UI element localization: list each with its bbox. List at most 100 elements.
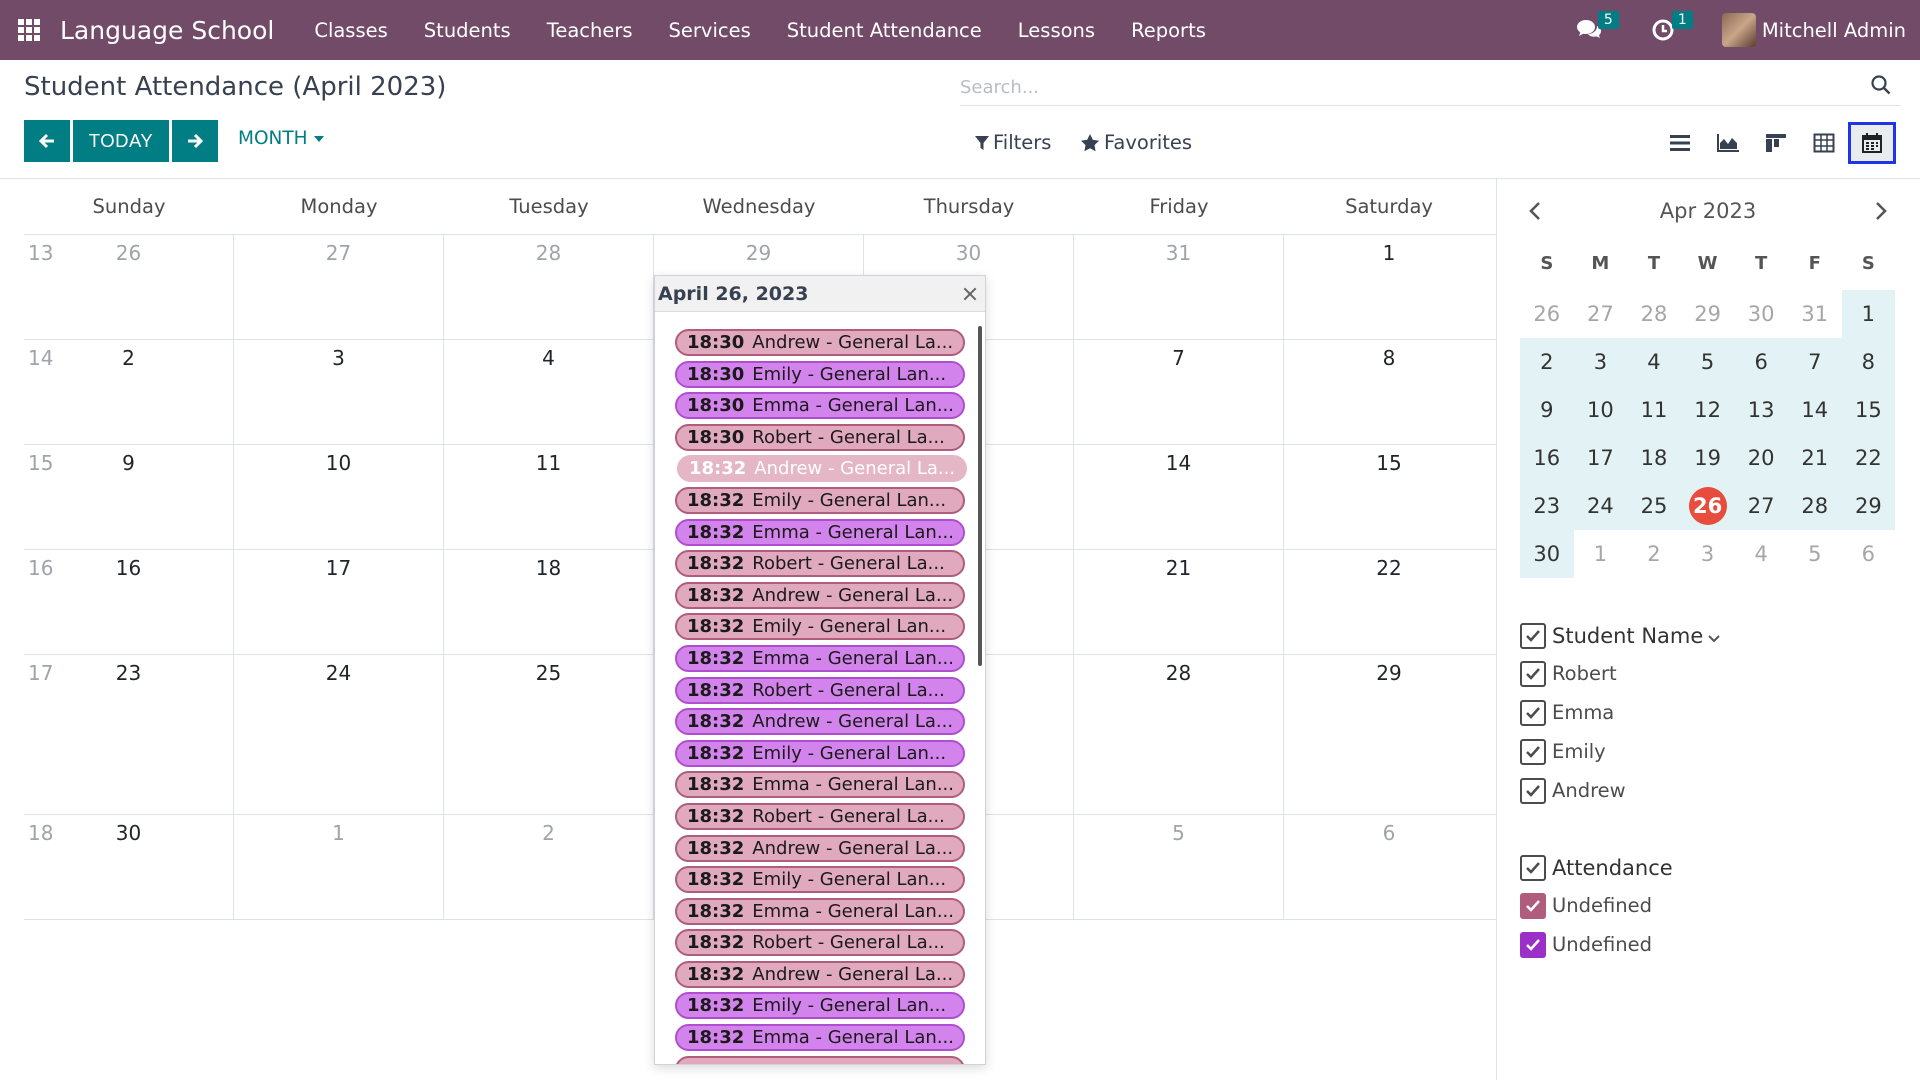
mini-day[interactable]: 29	[1681, 290, 1735, 338]
checkbox-icon[interactable]	[1520, 931, 1546, 958]
calendar-day-cell[interactable]: 1	[1284, 235, 1494, 339]
mini-day[interactable]: 3	[1573, 338, 1628, 386]
calendar-event[interactable]: 18:30 Emma - General Lan...	[675, 392, 965, 420]
mini-day[interactable]: 6	[1734, 338, 1788, 386]
calendar-event[interactable]: 18:32 Andrew - General La...	[677, 455, 967, 483]
mini-day[interactable]: 31	[1788, 290, 1842, 338]
checkbox-icon[interactable]	[1520, 855, 1546, 881]
mini-day[interactable]: 12	[1680, 386, 1735, 434]
student-filter-item[interactable]: Robert	[1520, 654, 1721, 693]
menu-lessons[interactable]: Lessons	[1000, 19, 1113, 42]
calendar-event[interactable]: 18:32 Robert - General La...	[675, 550, 965, 578]
calendar-day-cell[interactable]: 28	[444, 235, 654, 339]
mini-day[interactable]: 21	[1787, 434, 1842, 482]
mini-day[interactable]: 15	[1841, 386, 1896, 434]
mini-day[interactable]: 28	[1627, 290, 1681, 338]
mini-day[interactable]: 20	[1734, 434, 1788, 482]
mini-next-month-button[interactable]	[1866, 196, 1896, 226]
mini-day[interactable]: 30	[1734, 290, 1788, 338]
calendar-event[interactable]: 18:32 Robert - General La...	[675, 676, 965, 704]
calendar-day-cell[interactable]: 18 30	[24, 815, 234, 919]
calendar-event[interactable]: 18:32 Robert - General La...	[675, 929, 965, 957]
calendar-day-cell[interactable]: 22	[1284, 550, 1494, 654]
checkbox-icon[interactable]	[1520, 777, 1546, 804]
calendar-day-cell[interactable]: 27	[234, 235, 444, 339]
graph-view-button[interactable]	[1704, 122, 1752, 164]
mini-day[interactable]: 11	[1627, 386, 1681, 434]
calendar-event[interactable]: 18:32 Emily - General Lan...	[675, 486, 965, 514]
calendar-day-cell[interactable]: 29	[1284, 655, 1494, 814]
calendar-day-cell[interactable]: 13 26	[24, 235, 234, 339]
calendar-event[interactable]: 18:30 Emily - General Lan...	[675, 360, 965, 388]
list-view-button[interactable]	[1656, 122, 1704, 164]
apps-menu-icon[interactable]	[18, 19, 40, 41]
mini-day[interactable]: 30	[1520, 530, 1574, 578]
calendar-event[interactable]: 18:32 Robert - General La...	[675, 802, 965, 830]
calendar-day-cell[interactable]: 3	[234, 340, 444, 444]
mini-day[interactable]: 25	[1627, 482, 1681, 530]
mini-day[interactable]: 27	[1734, 482, 1788, 530]
calendar-day-cell[interactable]: 24	[234, 655, 444, 814]
attendance-filter-header[interactable]: Attendance	[1520, 850, 1721, 886]
favorites-button[interactable]: Favorites	[1080, 131, 1192, 154]
attendance-filter-item[interactable]: Undefined	[1520, 886, 1721, 925]
mini-day[interactable]: 7	[1787, 338, 1842, 386]
popover-event-list[interactable]: 18:30 Andrew - General La... 18:30 Emily - …	[655, 313, 985, 1064]
mini-day[interactable]: 6	[1842, 530, 1896, 578]
calendar-event[interactable]: 18:32 Andrew - General La...	[675, 581, 965, 609]
table-view-button[interactable]	[1800, 122, 1848, 164]
mini-day[interactable]: 16	[1520, 434, 1574, 482]
user-avatar[interactable]	[1721, 13, 1756, 47]
calendar-event[interactable]: 18:32 Emily - General Lan...	[675, 739, 965, 767]
calendar-event[interactable]: 18:32 Andrew - General La...	[675, 834, 965, 862]
mini-day[interactable]: 14	[1787, 386, 1842, 434]
mini-day[interactable]: 27	[1574, 290, 1628, 338]
calendar-event[interactable]: 18:32 Andrew - General La...	[675, 960, 965, 988]
calendar-event[interactable]: 18:32 Emily - General Lan...	[675, 866, 965, 894]
checkbox-icon[interactable]	[1520, 660, 1546, 687]
menu-students[interactable]: Students	[406, 19, 529, 42]
mini-day[interactable]: 1	[1841, 290, 1896, 338]
student-filter-item[interactable]: Andrew	[1520, 771, 1721, 810]
mini-day[interactable]: 4	[1627, 338, 1681, 386]
checkbox-icon[interactable]	[1520, 623, 1546, 649]
mini-day[interactable]: 26	[1520, 290, 1574, 338]
next-button[interactable]	[172, 120, 218, 162]
mini-day[interactable]: 29	[1841, 482, 1896, 530]
mini-day[interactable]: 13	[1734, 386, 1788, 434]
calendar-event[interactable]: 18:32 Emma - General Lan...	[675, 897, 965, 925]
search-icon[interactable]	[1870, 74, 1892, 96]
app-brand[interactable]: Language School	[60, 16, 274, 45]
calendar-day-cell[interactable]: 15	[1284, 445, 1494, 549]
chevron-down-icon[interactable]	[1707, 634, 1721, 644]
calendar-event[interactable]: 18:32 Emma - General Lan...	[675, 771, 965, 799]
student-filter-item[interactable]: Emma	[1520, 693, 1721, 732]
calendar-day-cell[interactable]: 4	[444, 340, 654, 444]
calendar-event[interactable]: 18:30 Robert - General La...	[675, 423, 965, 451]
calendar-event[interactable]: 18:32 Emma - General Lan...	[675, 644, 965, 672]
menu-classes[interactable]: Classes	[296, 19, 405, 42]
student-filter-item[interactable]: Emily	[1520, 732, 1721, 771]
calendar-day-cell[interactable]: 17 23	[24, 655, 234, 814]
calendar-event[interactable]: 18:32 Andrew - General La...	[675, 708, 965, 736]
mini-day-today[interactable]: 26	[1680, 482, 1735, 530]
mini-day[interactable]: 9	[1520, 386, 1574, 434]
calendar-day-cell[interactable]: 2	[444, 815, 654, 919]
mini-day[interactable]: 3	[1681, 530, 1735, 578]
calendar-event[interactable]: 18:32 Emily - General Lan...	[675, 613, 965, 641]
menu-reports[interactable]: Reports	[1113, 19, 1224, 42]
calendar-day-cell[interactable]: 6	[1284, 815, 1494, 919]
calendar-event[interactable]: 18:32 Emma - General Lan...	[675, 518, 965, 546]
mini-day[interactable]: 2	[1627, 530, 1681, 578]
calendar-day-cell[interactable]: 16 16	[24, 550, 234, 654]
calendar-day-cell[interactable]: 8	[1284, 340, 1494, 444]
calendar-event[interactable]	[675, 1055, 965, 1064]
mini-prev-month-button[interactable]	[1520, 196, 1550, 226]
student-name-filter-header[interactable]: Student Name	[1520, 618, 1721, 654]
previous-button[interactable]	[24, 120, 70, 162]
messages-button[interactable]: 5	[1574, 11, 1619, 45]
mini-day[interactable]: 22	[1841, 434, 1896, 482]
attendance-filter-item[interactable]: Undefined	[1520, 925, 1721, 964]
mini-day[interactable]: 4	[1734, 530, 1788, 578]
menu-teachers[interactable]: Teachers	[529, 19, 651, 42]
